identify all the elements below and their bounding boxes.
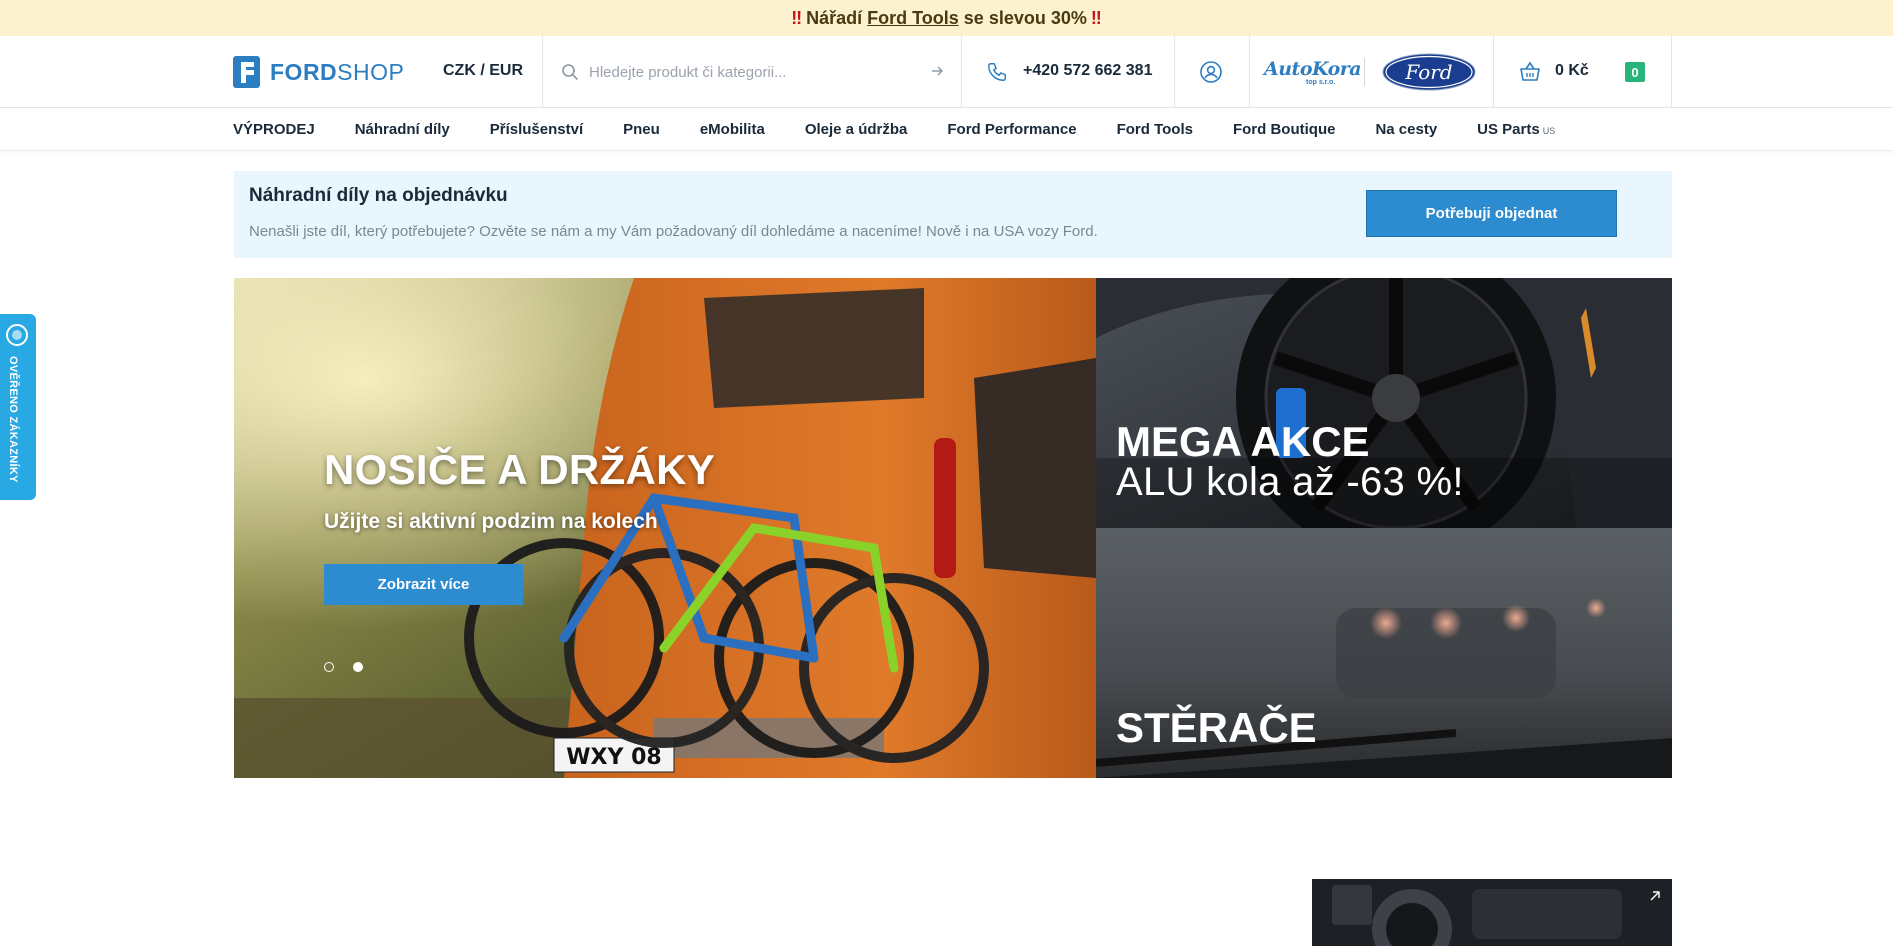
- header-divider: [1671, 36, 1672, 108]
- phone-contact[interactable]: +420 572 662 381: [962, 36, 1174, 108]
- cart-total: 0 Kč: [1555, 62, 1589, 79]
- nav-item-vyprodej[interactable]: VÝPRODEJ: [233, 121, 315, 138]
- search-box: [543, 36, 961, 108]
- nav-item-ford-boutique[interactable]: Ford Boutique: [1233, 121, 1335, 138]
- search-input[interactable]: [589, 58, 919, 86]
- search-submit-arrow-icon[interactable]: [929, 63, 945, 79]
- exclamation-icon: ‼: [791, 7, 803, 28]
- currency-switcher[interactable]: CZK / EUR: [443, 62, 523, 80]
- basket-icon: [1520, 61, 1540, 81]
- autokora-logo[interactable]: AutoKora top s.r.o.: [1264, 56, 1362, 88]
- tile-wipers-title: STĚRAČE: [1116, 704, 1317, 751]
- nav-item-ford-performance[interactable]: Ford Performance: [947, 121, 1076, 138]
- order-banner-description: Nenašli jste díl, který potřebujete? Ozv…: [249, 223, 1098, 240]
- nav-item-oleje-a-udrzba[interactable]: Oleje a údržba: [805, 121, 908, 138]
- search-icon: [562, 64, 578, 80]
- phone-number: +420 572 662 381: [1023, 62, 1153, 79]
- exclamation-icon: ‼: [1090, 7, 1102, 28]
- product-preview-card[interactable]: [1312, 879, 1672, 946]
- cart-button[interactable]: 0 Kč 0: [1494, 36, 1672, 108]
- order-parts-button[interactable]: Potřebuji objednat: [1366, 190, 1617, 237]
- tile-alu-title: MEGA AKCE: [1116, 418, 1370, 465]
- logo-text-bold: FORD: [270, 58, 338, 85]
- autokora-logo-text: AutoKora: [1264, 58, 1362, 80]
- order-parts-banner: Náhradní díly na objednávku Nenašli jste…: [234, 171, 1672, 258]
- verified-widget-label: OVĚŘENO ZÁKAZNÍKY: [7, 356, 19, 483]
- promo-link-ford-tools[interactable]: Ford Tools: [867, 8, 959, 29]
- order-banner-title: Náhradní díly na objednávku: [249, 185, 508, 206]
- partner-brands: AutoKora top s.r.o. Ford: [1250, 36, 1493, 108]
- main-navigation: VÝPRODEJ Náhradní díly Příslušenství Pne…: [0, 108, 1893, 151]
- slider-dot-1[interactable]: [324, 662, 334, 672]
- nav-item-na-cesty[interactable]: Na cesty: [1375, 121, 1437, 138]
- slider-dot-2[interactable]: [353, 662, 363, 672]
- nav-item-us-parts-sub: US: [1542, 126, 1556, 136]
- promo-tile-wipers[interactable]: STĚRAČE: [1096, 528, 1672, 778]
- verified-seal-icon: [6, 324, 28, 346]
- tile-alu-subtitle: ALU kola až -63 %!: [1116, 460, 1464, 504]
- licence-plate-text: WXY 08: [566, 745, 661, 770]
- hero-show-more-button[interactable]: Zobrazit více: [324, 564, 523, 605]
- nav-item-nahradni-dily[interactable]: Náhradní díly: [355, 121, 450, 138]
- brand-divider: [1364, 58, 1365, 86]
- logo-text-light: SHOP: [337, 58, 405, 85]
- user-icon: [1200, 61, 1222, 83]
- arrow-up-right-icon[interactable]: [1648, 889, 1662, 903]
- promo-prefix: Nářadí: [806, 7, 863, 28]
- nav-item-prislusenstvi[interactable]: Příslušenství: [490, 121, 583, 138]
- account-button[interactable]: [1175, 36, 1249, 108]
- fordshop-logo-icon: [233, 56, 260, 88]
- ford-oval-logo[interactable]: Ford: [1382, 53, 1476, 91]
- nav-item-us-parts[interactable]: US Parts US: [1477, 121, 1555, 138]
- nav-item-us-parts-label: US Parts: [1477, 121, 1540, 138]
- hero-slider[interactable]: WXY 08 NOSIČE A DRŽÁKY Užijte si aktivní…: [234, 278, 1096, 778]
- nav-item-emobilita[interactable]: eMobilita: [700, 121, 765, 138]
- phone-icon: [988, 63, 1006, 81]
- cart-count-badge: 0: [1625, 62, 1645, 82]
- ford-logo-text: Ford: [1404, 60, 1452, 84]
- verified-customers-widget[interactable]: OVĚŘENO ZÁKAZNÍKY: [0, 314, 36, 500]
- promo-suffix: se slevou 30%: [963, 7, 1087, 28]
- engine-image: [1312, 879, 1672, 946]
- nav-item-ford-tools[interactable]: Ford Tools: [1117, 121, 1193, 138]
- promo-bar: ‼ Nářadí Ford Tools se slevou 30% ‼: [0, 0, 1893, 36]
- autokora-logo-subtext: top s.r.o.: [1306, 79, 1336, 86]
- hero-subtitle: Užijte si aktivní podzim na kolech: [324, 510, 658, 533]
- nav-item-pneu[interactable]: Pneu: [623, 121, 660, 138]
- hero-title: NOSIČE A DRŽÁKY: [324, 446, 716, 493]
- promo-tile-alu-wheels[interactable]: MEGA AKCE ALU kola až -63 %!: [1096, 278, 1672, 528]
- site-header: FORD SHOP CZK / EUR +420 572 662 381 Aut…: [0, 36, 1893, 108]
- fordshop-logo[interactable]: FORD SHOP: [233, 56, 404, 88]
